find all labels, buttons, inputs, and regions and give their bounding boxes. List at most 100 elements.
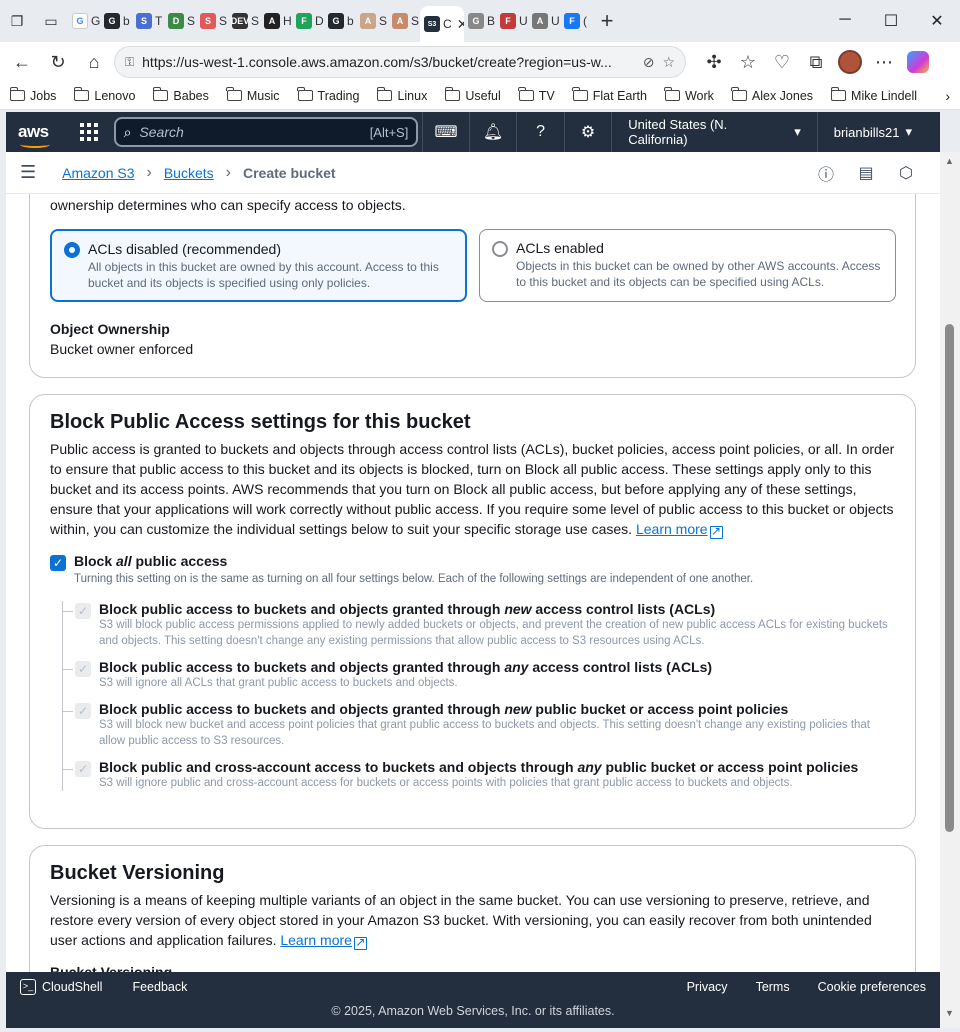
setting-any-acls[interactable]: ✓ Block public access to buckets and obj… <box>63 659 895 691</box>
breadcrumb-amazon-s3[interactable]: Amazon S3 <box>62 165 134 181</box>
learn-more-link[interactable]: Learn more <box>280 932 352 948</box>
minimize-icon[interactable]: ─ <box>822 11 868 31</box>
tab-title: S <box>251 14 260 28</box>
tab-after-0[interactable]: GB <box>464 6 496 36</box>
tab-title: ( <box>583 14 587 28</box>
cloudshell-icon[interactable]: ⌨ <box>422 112 470 152</box>
bookmarks-overflow-icon[interactable]: › <box>945 88 950 104</box>
bookmark-label: Useful <box>465 88 501 103</box>
notifications-bell-icon[interactable]: 🔔︎ <box>470 112 518 152</box>
home-icon[interactable]: ⌂ <box>78 46 110 78</box>
bookmark-folder-flat-earth[interactable]: Flat Earth <box>572 87 647 103</box>
tab-7[interactable]: FD <box>292 6 324 36</box>
breadcrumb-buckets[interactable]: Buckets <box>164 165 214 181</box>
bookmark-folder-useful[interactable]: Useful <box>444 87 501 103</box>
setting-new-acls[interactable]: ✓ Block public access to buckets and obj… <box>63 601 895 649</box>
tab-active[interactable]: S3 C ✕ <box>420 6 464 42</box>
side-panel-icon[interactable]: ▤ <box>846 163 886 183</box>
tab-actions-icon[interactable]: ▭ <box>34 4 68 38</box>
favorite-star-icon[interactable]: ☆ <box>662 54 675 71</box>
tab-8[interactable]: Gb <box>324 6 356 36</box>
preferences-icon[interactable]: ⬡ <box>886 163 926 183</box>
browser-essentials-icon[interactable]: ♡ <box>766 46 798 78</box>
page-scrollbar[interactable]: ▲ ▼ <box>940 152 960 1028</box>
scroll-down-icon[interactable]: ▼ <box>945 1008 954 1018</box>
aws-logo[interactable]: aws <box>18 122 58 148</box>
setting-any-policies[interactable]: ✓ Block public and cross-account access … <box>63 759 895 791</box>
checkbox-checked-icon[interactable]: ✓ <box>50 555 66 571</box>
folder-icon <box>518 87 534 101</box>
services-grid-icon[interactable] <box>79 123 98 141</box>
radio-selected-icon[interactable] <box>64 242 80 258</box>
terms-link[interactable]: Terms <box>756 980 790 994</box>
more-menu-icon[interactable]: ⋯ <box>868 46 900 78</box>
tab-5[interactable]: DEV S <box>228 6 260 36</box>
copilot-icon[interactable] <box>902 46 934 78</box>
bookmark-folder-mike-lindell[interactable]: Mike Lindell <box>830 87 917 103</box>
scroll-up-icon[interactable]: ▲ <box>945 156 954 166</box>
url-text[interactable]: https://us-west-1.console.aws.amazon.com… <box>142 54 635 70</box>
help-icon[interactable]: ? <box>517 112 565 152</box>
tracking-prevention-icon[interactable]: ⊘ <box>643 54 655 71</box>
tab-after-1[interactable]: FU <box>496 6 528 36</box>
bookmark-folder-work[interactable]: Work <box>664 87 714 103</box>
tab-after-3[interactable]: F( <box>560 6 592 36</box>
scrollbar-thumb[interactable] <box>945 324 954 832</box>
privacy-link[interactable]: Privacy <box>687 980 728 994</box>
window-controls: ─ ☐ ✕ <box>822 11 960 31</box>
tab-4[interactable]: SS <box>196 6 228 36</box>
bookmark-folder-linux[interactable]: Linux <box>376 87 427 103</box>
settings-gear-icon[interactable]: ⚙ <box>565 112 613 152</box>
menu-hamburger-icon[interactable]: ☰ <box>20 162 36 183</box>
info-icon[interactable]: ⓘ <box>806 161 846 185</box>
bookmark-folder-jobs[interactable]: Jobs <box>9 87 56 103</box>
bookmark-folder-trading[interactable]: Trading <box>297 87 359 103</box>
close-window-icon[interactable]: ✕ <box>914 11 960 31</box>
tab-6[interactable]: AH <box>260 6 292 36</box>
tab-9[interactable]: AS <box>356 6 388 36</box>
region-label: United States (N. California) <box>628 117 728 147</box>
tab-2[interactable]: ST <box>132 6 164 36</box>
new-tab-button[interactable]: + <box>592 8 622 34</box>
console-search-input[interactable]: ⌕ Search [Alt+S] <box>113 117 419 147</box>
bookmark-folder-alex-jones[interactable]: Alex Jones <box>731 87 813 103</box>
bookmark-folder-lenovo[interactable]: Lenovo <box>73 87 135 103</box>
back-icon[interactable]: ← <box>6 46 38 78</box>
extensions-icon[interactable]: ✣ <box>698 46 730 78</box>
cloudshell-button[interactable]: >_ CloudShell <box>20 979 102 995</box>
breadcrumb-current: Create bucket <box>242 164 336 181</box>
setting-new-policies[interactable]: ✓ Block public access to buckets and obj… <box>63 701 895 749</box>
bookmark-folder-tv[interactable]: TV <box>518 87 555 103</box>
tab-0[interactable]: GG <box>68 6 100 36</box>
maximize-icon[interactable]: ☐ <box>868 11 914 31</box>
workspaces-icon[interactable]: ❐ <box>0 4 34 38</box>
acls-disabled-tile[interactable]: ACLs disabled (recommended) All objects … <box>50 229 467 302</box>
chevron-right-icon: › <box>146 163 152 181</box>
bookmark-folder-music[interactable]: Music <box>226 87 280 103</box>
tab-3[interactable]: DS <box>164 6 196 36</box>
collections-icon[interactable]: ⧉ <box>800 46 832 78</box>
region-selector[interactable]: United States (N. California) ▾ <box>612 112 818 152</box>
tab-title: b <box>123 14 130 28</box>
refresh-icon[interactable]: ↻ <box>42 46 74 78</box>
profile-avatar[interactable] <box>834 46 866 78</box>
tab-after-2[interactable]: AU <box>528 6 560 36</box>
acls-enabled-tile[interactable]: ACLs enabled Objects in this bucket can … <box>479 229 896 302</box>
account-menu[interactable]: brianbills21 ▾ <box>818 112 928 152</box>
learn-more-link[interactable]: Learn more <box>636 521 708 537</box>
checkbox-disabled-checked-icon: ✓ <box>75 703 91 719</box>
tab-1[interactable]: Gb <box>100 6 132 36</box>
tab-favicon-icon: A <box>264 13 280 29</box>
radio-unselected-icon[interactable] <box>492 241 508 257</box>
bookmark-folder-babes[interactable]: Babes <box>152 87 209 103</box>
cookie-preferences-link[interactable]: Cookie preferences <box>818 980 926 994</box>
block-all-public-access-row[interactable]: ✓ Block all public access Turning this s… <box>50 553 895 587</box>
favorites-icon[interactable]: ☆ <box>732 46 764 78</box>
address-bar[interactable]: ⚿ https://us-west-1.console.aws.amazon.c… <box>114 46 686 78</box>
tab-10[interactable]: AS <box>388 6 420 36</box>
tab-favicon-icon: D <box>168 13 184 29</box>
site-info-icon[interactable]: ⚿ <box>125 55 134 70</box>
feedback-link[interactable]: Feedback <box>132 980 187 994</box>
close-tab-icon[interactable]: ✕ <box>457 16 464 33</box>
tab-favicon-icon: G <box>104 13 120 29</box>
